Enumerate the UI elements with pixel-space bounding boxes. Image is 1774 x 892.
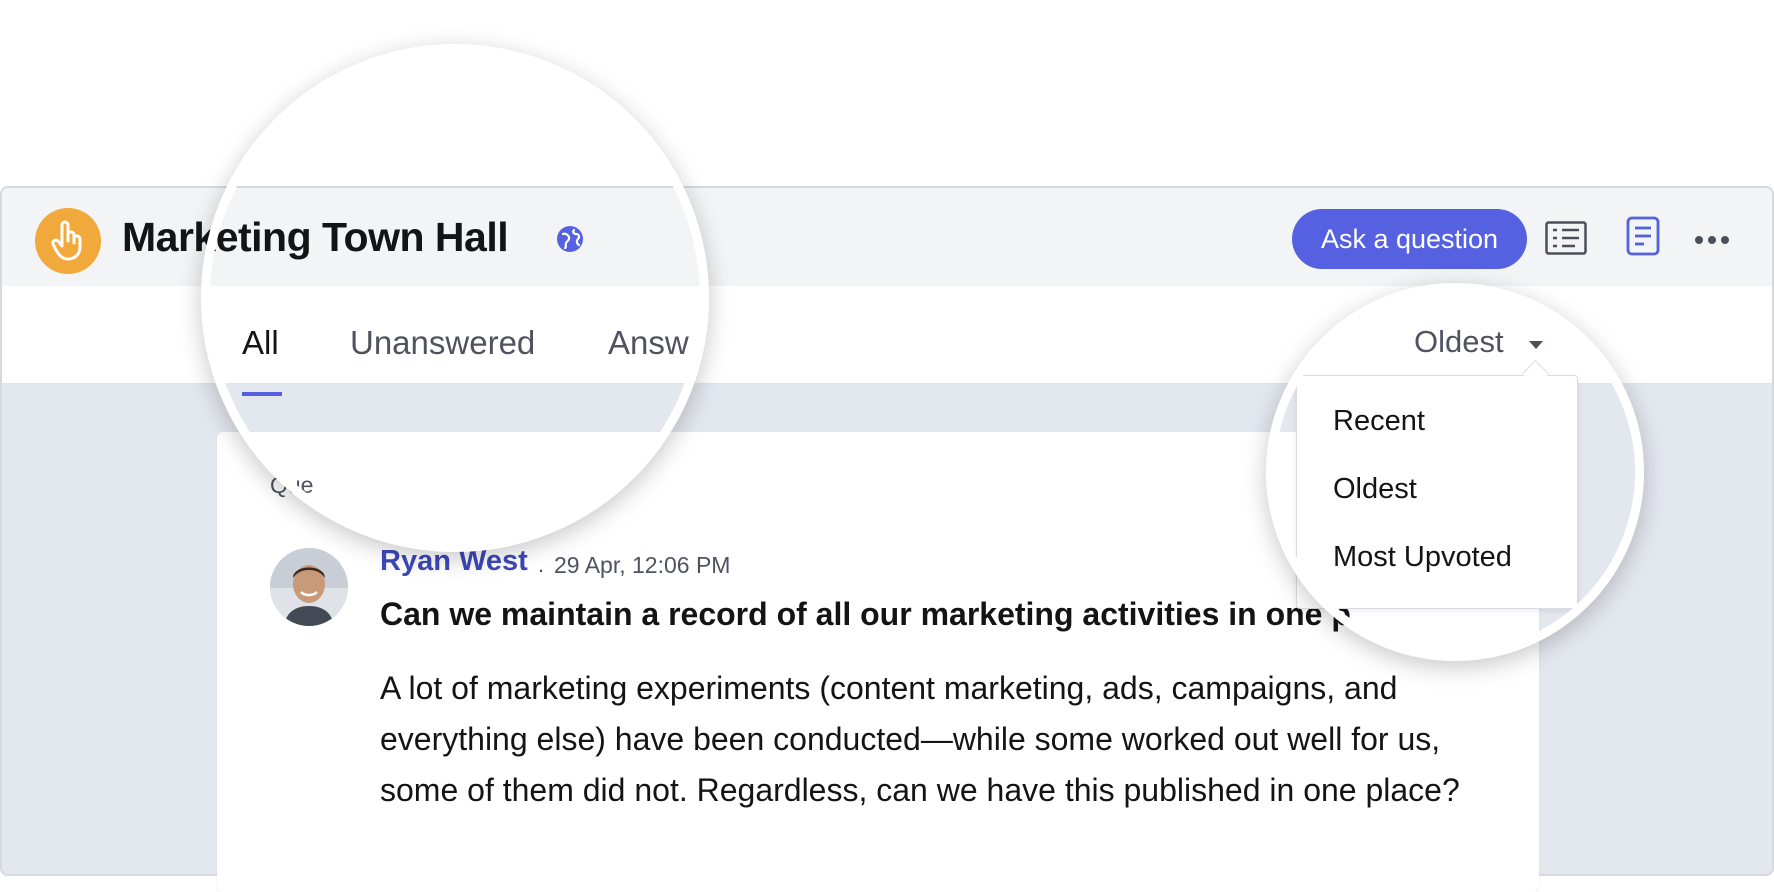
question-title[interactable]: Can we maintain a record of all our mark… [380, 596, 1351, 633]
sort-option-recent[interactable]: Recent [1333, 405, 1425, 438]
page-title: Marketing Town Hall [122, 214, 509, 260]
meta-separator: . [538, 552, 545, 577]
tab-unanswered[interactable]: Unanswered [350, 324, 535, 362]
questions-count-label: Que [270, 472, 314, 498]
sort-option-most-upvoted[interactable]: Most Upvoted [1333, 541, 1512, 574]
caret-down-icon[interactable] [1529, 341, 1543, 349]
globe-icon [557, 226, 583, 252]
sort-option-oldest[interactable]: Oldest [1333, 473, 1417, 506]
question-timestamp: 29 Apr, 12:06 PM [554, 552, 731, 578]
document-icon[interactable] [1622, 216, 1664, 256]
question-body: A lot of marketing experiments (content … [380, 670, 1460, 808]
list-view-icon[interactable] [1545, 219, 1587, 257]
avatar[interactable] [270, 548, 348, 626]
more-horizontal-icon[interactable] [1695, 230, 1733, 250]
tab-answered[interactable]: Answ [608, 324, 689, 362]
tab-all[interactable]: All [242, 324, 279, 362]
author-name[interactable]: Ryan West [380, 545, 528, 578]
active-tab-indicator [242, 392, 282, 396]
raised-hand-icon[interactable] [35, 208, 101, 274]
ask-question-button[interactable]: Ask a question [1292, 209, 1527, 269]
sort-dropdown[interactable]: Oldest [1414, 324, 1504, 360]
